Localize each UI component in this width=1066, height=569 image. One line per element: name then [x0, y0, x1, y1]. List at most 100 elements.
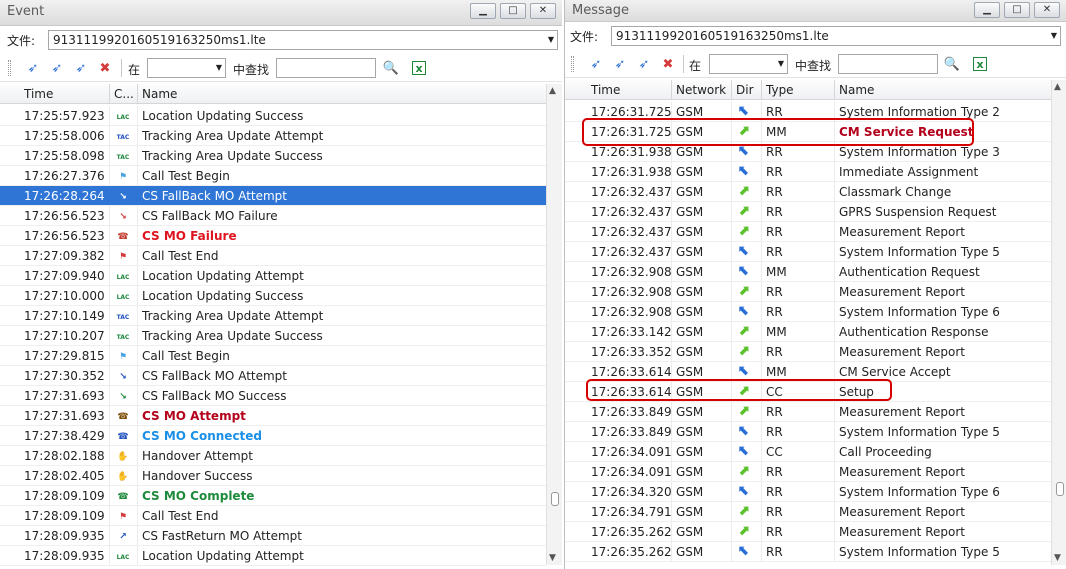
event-col-time[interactable]: Time: [0, 84, 110, 103]
message-col-dir[interactable]: Dir: [732, 80, 762, 99]
table-row[interactable]: 17:26:32.437 GSM ⬈ RR Measurement Report: [565, 222, 1051, 242]
table-row[interactable]: 17:26:32.437 GSM ⬈ RR Classmark Change: [565, 182, 1051, 202]
maximize-icon[interactable]: □: [1004, 2, 1030, 18]
table-row[interactable]: 17:25:57.923 LAC Location Updating Success: [0, 106, 546, 126]
table-row[interactable]: 17:28:02.405 ✋ Handover Success: [0, 466, 546, 486]
event-time-cell: 17:27:31.693: [0, 406, 110, 425]
message-col-time[interactable]: Time: [565, 80, 672, 99]
message-name-cell: Measurement Report: [839, 465, 965, 479]
nav-first-icon[interactable]: ➶: [587, 55, 605, 73]
scroll-up-icon[interactable]: ▲: [549, 86, 556, 96]
table-row[interactable]: 17:27:31.693 ↘ CS FallBack MO Success: [0, 386, 546, 406]
search-icon[interactable]: 🔍: [943, 55, 961, 73]
downlink-arrow-icon: ⬉: [738, 483, 750, 499]
table-row[interactable]: 17:27:09.940 LAC Location Updating Attempt: [0, 266, 546, 286]
table-row[interactable]: 17:27:10.149 TAC Tracking Area Update Atte…: [0, 306, 546, 326]
table-row[interactable]: 17:27:29.815 ⚑ Call Test Begin: [0, 346, 546, 366]
message-time-cell: 17:26:32.437: [565, 202, 672, 221]
search-icon[interactable]: 🔍: [382, 59, 400, 77]
event-file-select[interactable]: 9131119920160519163250ms1.lte ▼: [48, 30, 558, 50]
scroll-down-icon[interactable]: ▼: [1054, 553, 1061, 563]
toolbar-grip[interactable]: [571, 56, 574, 72]
nav-clear-icon[interactable]: ✖: [659, 55, 677, 73]
table-row[interactable]: 17:26:56.523 ☎ CS MO Failure: [0, 226, 546, 246]
table-row[interactable]: 17:26:32.908 GSM ⬈ RR Measurement Report: [565, 282, 1051, 302]
message-time-cell: 17:26:32.908: [565, 302, 672, 321]
scroll-thumb[interactable]: [1056, 482, 1064, 496]
minimize-icon[interactable]: ▁: [470, 3, 496, 19]
fallback-fail-icon: ↘: [119, 212, 127, 222]
table-row[interactable]: 17:26:32.437 GSM ⬉ RR System Information Typ…: [565, 242, 1051, 262]
event-name-cell: CS MO Failure: [142, 229, 237, 243]
table-row[interactable]: 17:28:09.935 ↗ CS FastReturn MO Attempt: [0, 526, 546, 546]
event-search-input[interactable]: [276, 58, 376, 78]
table-row[interactable]: 17:26:33.849 GSM ⬉ RR System Information Typ…: [565, 422, 1051, 442]
table-row[interactable]: 17:28:02.188 ✋ Handover Attempt: [0, 446, 546, 466]
message-col-network[interactable]: Network: [672, 80, 732, 99]
scroll-down-icon[interactable]: ▼: [549, 553, 556, 563]
table-row[interactable]: 17:27:30.352 ↘ CS FallBack MO Attempt: [0, 366, 546, 386]
minimize-icon[interactable]: ▁: [974, 2, 1000, 18]
event-scrollbar[interactable]: ▲ ▼: [546, 84, 562, 565]
table-row[interactable]: 17:27:09.382 ⚑ Call Test End: [0, 246, 546, 266]
nav-first-icon[interactable]: ➶: [24, 59, 42, 77]
table-row[interactable]: 17:26:33.849 GSM ⬈ RR Measurement Report: [565, 402, 1051, 422]
table-row[interactable]: 17:25:58.006 TAC Tracking Area Update Atte…: [0, 126, 546, 146]
table-row[interactable]: 17:28:09.109 ☎ CS MO Complete: [0, 486, 546, 506]
maximize-icon[interactable]: □: [500, 3, 526, 19]
table-row[interactable]: 17:26:28.264 ↘ CS FallBack MO Attempt: [0, 186, 546, 206]
scroll-thumb[interactable]: [551, 492, 559, 506]
message-network-cell: GSM: [672, 282, 732, 301]
table-row[interactable]: 17:26:32.908 GSM ⬉ MM Authentication Request: [565, 262, 1051, 282]
table-row[interactable]: 17:26:33.142 GSM ⬈ MM Authentication Respons…: [565, 322, 1051, 342]
table-row[interactable]: 17:26:31.938 GSM ⬉ RR Immediate Assignment: [565, 162, 1051, 182]
hand-success-icon: ✋: [117, 472, 129, 482]
event-name-cell: Tracking Area Update Success: [142, 149, 323, 163]
event-category-cell: ⚑: [110, 346, 138, 365]
event-category-cell: ⚑: [110, 246, 138, 265]
close-icon[interactable]: ✕: [1034, 2, 1060, 18]
table-row[interactable]: 17:27:31.693 ☎ CS MO Attempt: [0, 406, 546, 426]
message-network-cell: GSM: [672, 162, 732, 181]
table-row[interactable]: 17:26:27.376 ⚑ Call Test Begin: [0, 166, 546, 186]
excel-export-icon[interactable]: x: [412, 61, 426, 75]
event-field-select[interactable]: ▼: [147, 58, 226, 78]
table-row[interactable]: 17:26:32.437 GSM ⬈ RR GPRS Suspension Reques…: [565, 202, 1051, 222]
message-col-name[interactable]: Name: [835, 80, 1051, 99]
scroll-up-icon[interactable]: ▲: [1054, 82, 1061, 92]
fallback-success-icon: ↘: [119, 392, 127, 402]
message-file-select[interactable]: 9131119920160519163250ms1.lte ▼: [611, 26, 1061, 46]
message-col-type[interactable]: Type: [762, 80, 835, 99]
nav-prev-icon[interactable]: ➶: [48, 59, 66, 77]
toolbar-grip[interactable]: [8, 60, 11, 76]
nav-next-icon[interactable]: ➶: [72, 59, 90, 77]
message-time-cell: 17:26:33.849: [565, 422, 672, 441]
message-search-input[interactable]: [838, 54, 938, 74]
table-row[interactable]: 17:26:32.908 GSM ⬉ RR System Information Typ…: [565, 302, 1051, 322]
nav-next-icon[interactable]: ➶: [635, 55, 653, 73]
nav-clear-icon[interactable]: ✖: [96, 59, 114, 77]
table-row[interactable]: 17:26:35.262 GSM ⬈ RR Measurement Report: [565, 522, 1051, 542]
table-row[interactable]: 17:26:34.791 GSM ⬈ RR Measurement Report: [565, 502, 1051, 522]
table-row[interactable]: 17:27:38.429 ☎ CS MO Connected: [0, 426, 546, 446]
message-type-cell: RR: [762, 302, 835, 321]
event-col-name[interactable]: Name: [138, 84, 546, 103]
message-scrollbar[interactable]: ▲ ▼: [1051, 80, 1066, 565]
table-row[interactable]: 17:26:34.091 GSM ⬈ RR Measurement Report: [565, 462, 1051, 482]
event-col-category[interactable]: C...: [110, 84, 138, 103]
table-row[interactable]: 17:26:34.091 GSM ⬉ CC Call Proceeding: [565, 442, 1051, 462]
message-field-select[interactable]: ▼: [709, 54, 788, 74]
close-icon[interactable]: ✕: [530, 3, 556, 19]
table-row[interactable]: 17:26:56.523 ↘ CS FallBack MO Failure: [0, 206, 546, 226]
table-row[interactable]: 17:28:09.109 ⚑ Call Test End: [0, 506, 546, 526]
excel-export-icon[interactable]: x: [973, 57, 987, 71]
table-row[interactable]: 17:26:35.262 GSM ⬉ RR System Information Typ…: [565, 542, 1051, 562]
nav-prev-icon[interactable]: ➶: [611, 55, 629, 73]
table-row[interactable]: 17:28:09.935 LAC Location Updating Attempt: [0, 546, 546, 566]
table-row[interactable]: 17:27:10.207 TAC Tracking Area Update Succ…: [0, 326, 546, 346]
event-file-value: 9131119920160519163250ms1.lte: [53, 33, 266, 47]
table-row[interactable]: 17:26:34.320 GSM ⬉ RR System Information Typ…: [565, 482, 1051, 502]
table-row[interactable]: 17:27:10.000 LAC Location Updating Success: [0, 286, 546, 306]
table-row[interactable]: 17:25:58.098 TAC Tracking Area Update Succ…: [0, 146, 546, 166]
table-row[interactable]: 17:26:33.352 GSM ⬈ RR Measurement Report: [565, 342, 1051, 362]
